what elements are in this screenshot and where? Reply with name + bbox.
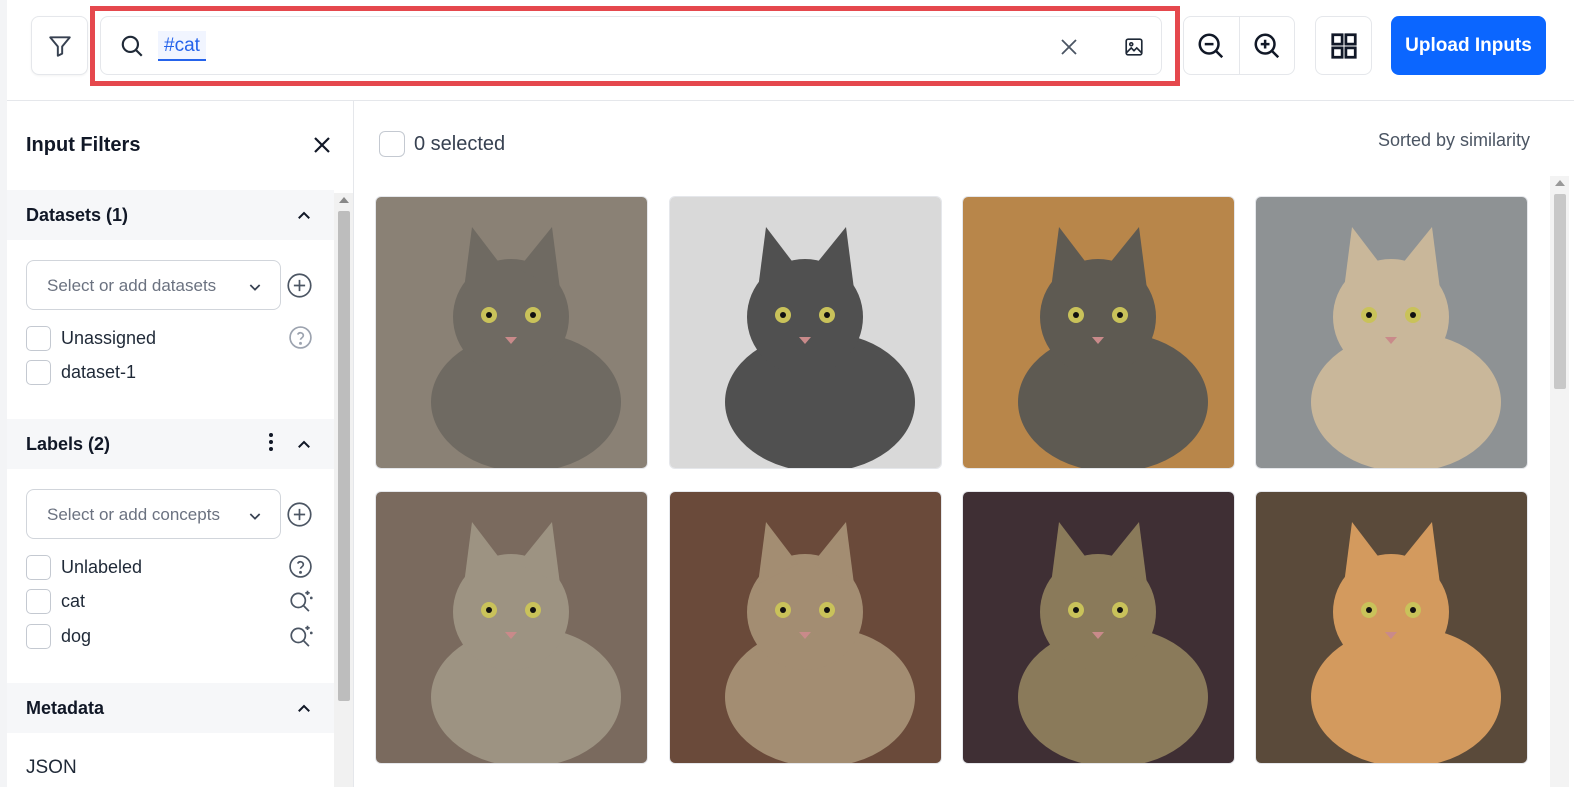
image-card[interactable] bbox=[669, 491, 942, 764]
checkbox[interactable] bbox=[26, 555, 51, 580]
search-icon bbox=[121, 35, 143, 57]
top-toolbar: #cat Upload Inputs bbox=[7, 0, 1574, 101]
scroll-thumb[interactable] bbox=[338, 211, 350, 701]
image-card[interactable] bbox=[375, 491, 648, 764]
image-card[interactable] bbox=[962, 196, 1235, 469]
cat-image-6 bbox=[670, 492, 941, 763]
more-vertical-icon[interactable] bbox=[265, 431, 277, 453]
chevron-up-icon[interactable] bbox=[295, 207, 313, 225]
left-rail bbox=[0, 0, 7, 787]
scroll-up-arrow[interactable] bbox=[1555, 180, 1565, 186]
label-option-cat[interactable]: cat bbox=[26, 589, 316, 615]
label-option-label: cat bbox=[61, 591, 86, 611]
checkbox[interactable] bbox=[26, 624, 51, 649]
close-icon[interactable] bbox=[1057, 35, 1081, 59]
zoom-controls bbox=[1183, 16, 1295, 75]
sidebar-title: Input Filters bbox=[26, 134, 141, 156]
help-circle-icon[interactable] bbox=[288, 325, 313, 350]
input-filters-sidebar: Input Filters Datasets (1) Select or add… bbox=[7, 101, 354, 787]
image-card[interactable] bbox=[1255, 196, 1528, 469]
labels-section-header[interactable]: Labels (2) bbox=[7, 419, 334, 469]
checkbox[interactable] bbox=[26, 360, 51, 385]
add-dataset-icon[interactable] bbox=[286, 272, 313, 299]
selected-count: 0 selected bbox=[414, 133, 506, 155]
zoom-out-button[interactable] bbox=[1184, 17, 1239, 74]
image-card[interactable] bbox=[1255, 491, 1528, 764]
main-content: 0 selected Sorted by similarity bbox=[355, 101, 1574, 787]
datasets-select-placeholder: Select or add datasets bbox=[47, 276, 217, 295]
metadata-header: Metadata bbox=[26, 698, 105, 718]
cat-image-8 bbox=[1256, 492, 1527, 763]
cat-image-3 bbox=[963, 197, 1234, 468]
dataset-option-unassigned[interactable]: Unassigned bbox=[26, 326, 316, 352]
dataset-option-label: dataset-1 bbox=[61, 362, 137, 382]
help-circle-icon[interactable] bbox=[288, 554, 313, 579]
checkbox[interactable] bbox=[26, 326, 51, 351]
chevron-down-icon bbox=[249, 284, 261, 291]
labels-header: Labels (2) bbox=[26, 434, 111, 454]
concepts-select[interactable]: Select or add concepts bbox=[26, 489, 281, 539]
cat-image-4 bbox=[1256, 197, 1527, 468]
image-card[interactable] bbox=[375, 196, 648, 469]
dataset-option-dataset-1[interactable]: dataset-1 bbox=[26, 360, 316, 386]
sidebar-scrollbar[interactable] bbox=[334, 193, 353, 787]
cat-image-1 bbox=[376, 197, 647, 468]
grid-view-button[interactable] bbox=[1315, 16, 1372, 75]
sort-indicator[interactable]: Sorted by similarity bbox=[1378, 130, 1530, 151]
chevron-up-icon[interactable] bbox=[295, 436, 313, 454]
zoom-in-button[interactable] bbox=[1238, 17, 1294, 74]
concepts-select-placeholder: Select or add concepts bbox=[47, 505, 220, 524]
select-all-checkbox[interactable] bbox=[379, 131, 405, 157]
datasets-section-header[interactable]: Datasets (1) bbox=[7, 190, 334, 240]
search-query-chip[interactable]: #cat bbox=[158, 31, 206, 61]
checkbox[interactable] bbox=[26, 589, 51, 614]
metadata-json-label: JSON bbox=[26, 757, 77, 778]
zoom-in-icon bbox=[1254, 33, 1280, 58]
cat-image-2 bbox=[670, 197, 941, 468]
chevron-down-icon bbox=[249, 513, 261, 520]
image-card[interactable] bbox=[962, 491, 1235, 764]
grid-icon bbox=[1330, 32, 1357, 59]
scroll-thumb[interactable] bbox=[1554, 194, 1566, 389]
filter-toggle-button[interactable] bbox=[31, 16, 88, 75]
label-option-label: dog bbox=[61, 626, 92, 646]
datasets-header: Datasets (1) bbox=[26, 205, 129, 225]
magic-search-icon[interactable] bbox=[288, 588, 314, 614]
datasets-select[interactable]: Select or add datasets bbox=[26, 260, 281, 310]
image-icon[interactable] bbox=[1123, 36, 1145, 58]
image-card[interactable] bbox=[669, 196, 942, 469]
dataset-option-label: Unassigned bbox=[61, 328, 157, 348]
scroll-up-arrow[interactable] bbox=[339, 197, 349, 203]
add-concept-icon[interactable] bbox=[286, 501, 313, 528]
chevron-up-icon[interactable] bbox=[295, 700, 313, 718]
metadata-section-header[interactable]: Metadata bbox=[7, 683, 334, 733]
cat-image-7 bbox=[963, 492, 1234, 763]
filter-icon bbox=[48, 35, 71, 57]
label-option-dog[interactable]: dog bbox=[26, 624, 316, 650]
search-bar[interactable]: #cat bbox=[100, 16, 1162, 75]
label-option-label: Unlabeled bbox=[61, 557, 143, 577]
zoom-out-icon bbox=[1198, 33, 1224, 58]
label-option-unlabeled[interactable]: Unlabeled bbox=[26, 555, 316, 581]
main-scrollbar[interactable] bbox=[1550, 176, 1569, 787]
cat-image-5 bbox=[376, 492, 647, 763]
magic-search-icon[interactable] bbox=[288, 623, 314, 649]
close-icon[interactable] bbox=[310, 133, 334, 157]
upload-inputs-button[interactable]: Upload Inputs bbox=[1391, 16, 1546, 75]
